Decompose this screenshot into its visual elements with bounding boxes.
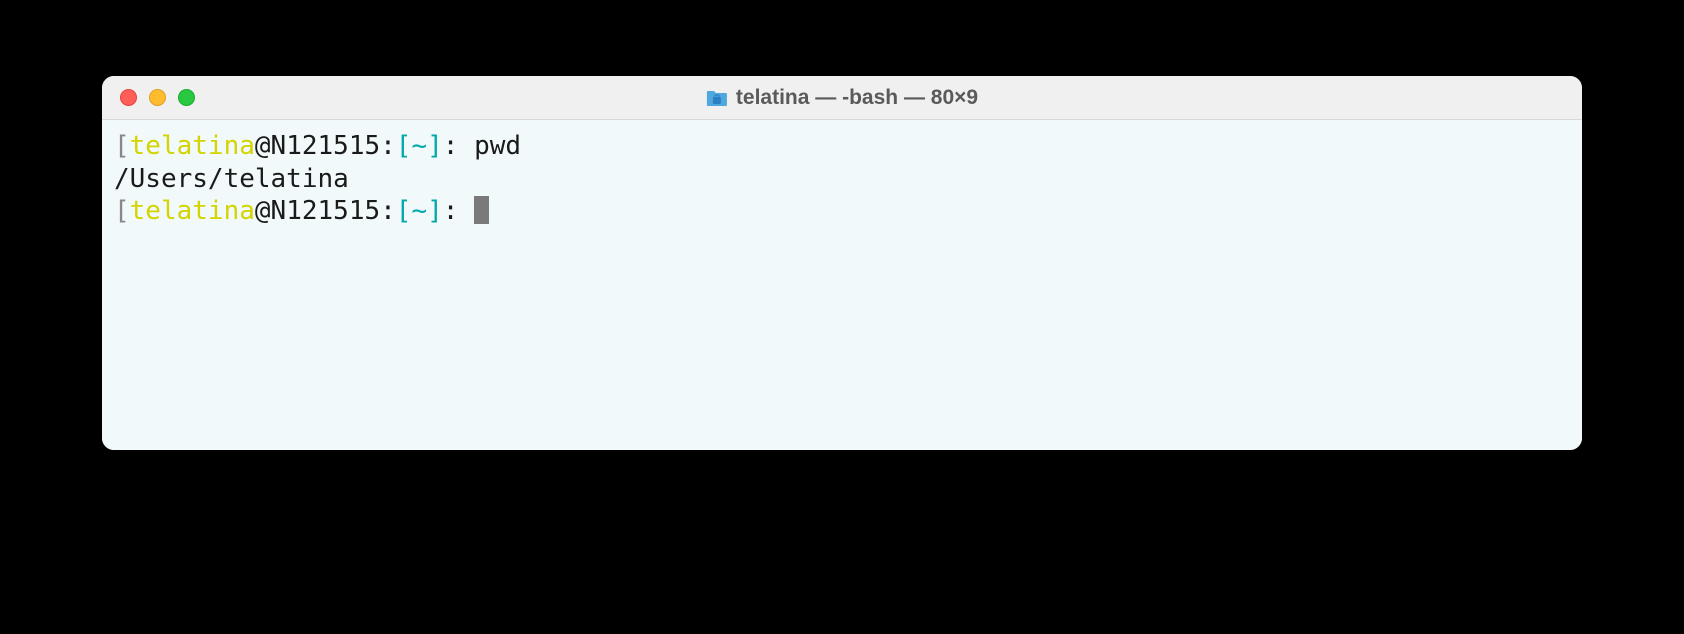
close-button[interactable] [120,89,137,106]
prompt-path-open: [ [396,131,412,161]
prompt-colon: : [380,196,396,226]
terminal-window: telatina — -bash — 80×9 [telatina@N12151… [102,76,1582,450]
terminal-line-prompt: [telatina@N121515:[~]: [114,195,1570,228]
prompt-open-bracket: [ [114,131,130,161]
cursor [474,196,489,224]
window-title-group: telatina — -bash — 80×9 [706,86,978,110]
prompt-open-bracket: [ [114,196,130,226]
prompt-hostname: N121515 [271,131,381,161]
title-bar: telatina — -bash — 80×9 [102,76,1582,120]
prompt-path-open: [ [396,196,412,226]
prompt-username: telatina [130,196,255,226]
prompt-path-close: ] [427,131,443,161]
command-text: pwd [474,131,521,161]
prompt-end-colon: : [443,131,474,161]
window-title: telatina — -bash — 80×9 [736,86,978,110]
prompt-username: telatina [130,131,255,161]
prompt-colon: : [380,131,396,161]
terminal-line-prompt: [telatina@N121515:[~]: pwd [114,130,1570,163]
prompt-at: @ [255,196,271,226]
window-controls [120,89,195,106]
prompt-path: ~ [411,131,427,161]
folder-icon [706,89,728,107]
terminal-body[interactable]: [telatina@N121515:[~]: pwd/Users/telatin… [102,120,1582,450]
output-text: /Users/telatina [114,164,349,194]
prompt-end-colon: : [443,196,474,226]
prompt-path: ~ [411,196,427,226]
minimize-button[interactable] [149,89,166,106]
prompt-path-close: ] [427,196,443,226]
prompt-hostname: N121515 [271,196,381,226]
prompt-at: @ [255,131,271,161]
terminal-line-output: /Users/telatina [114,163,1570,196]
zoom-button[interactable] [178,89,195,106]
